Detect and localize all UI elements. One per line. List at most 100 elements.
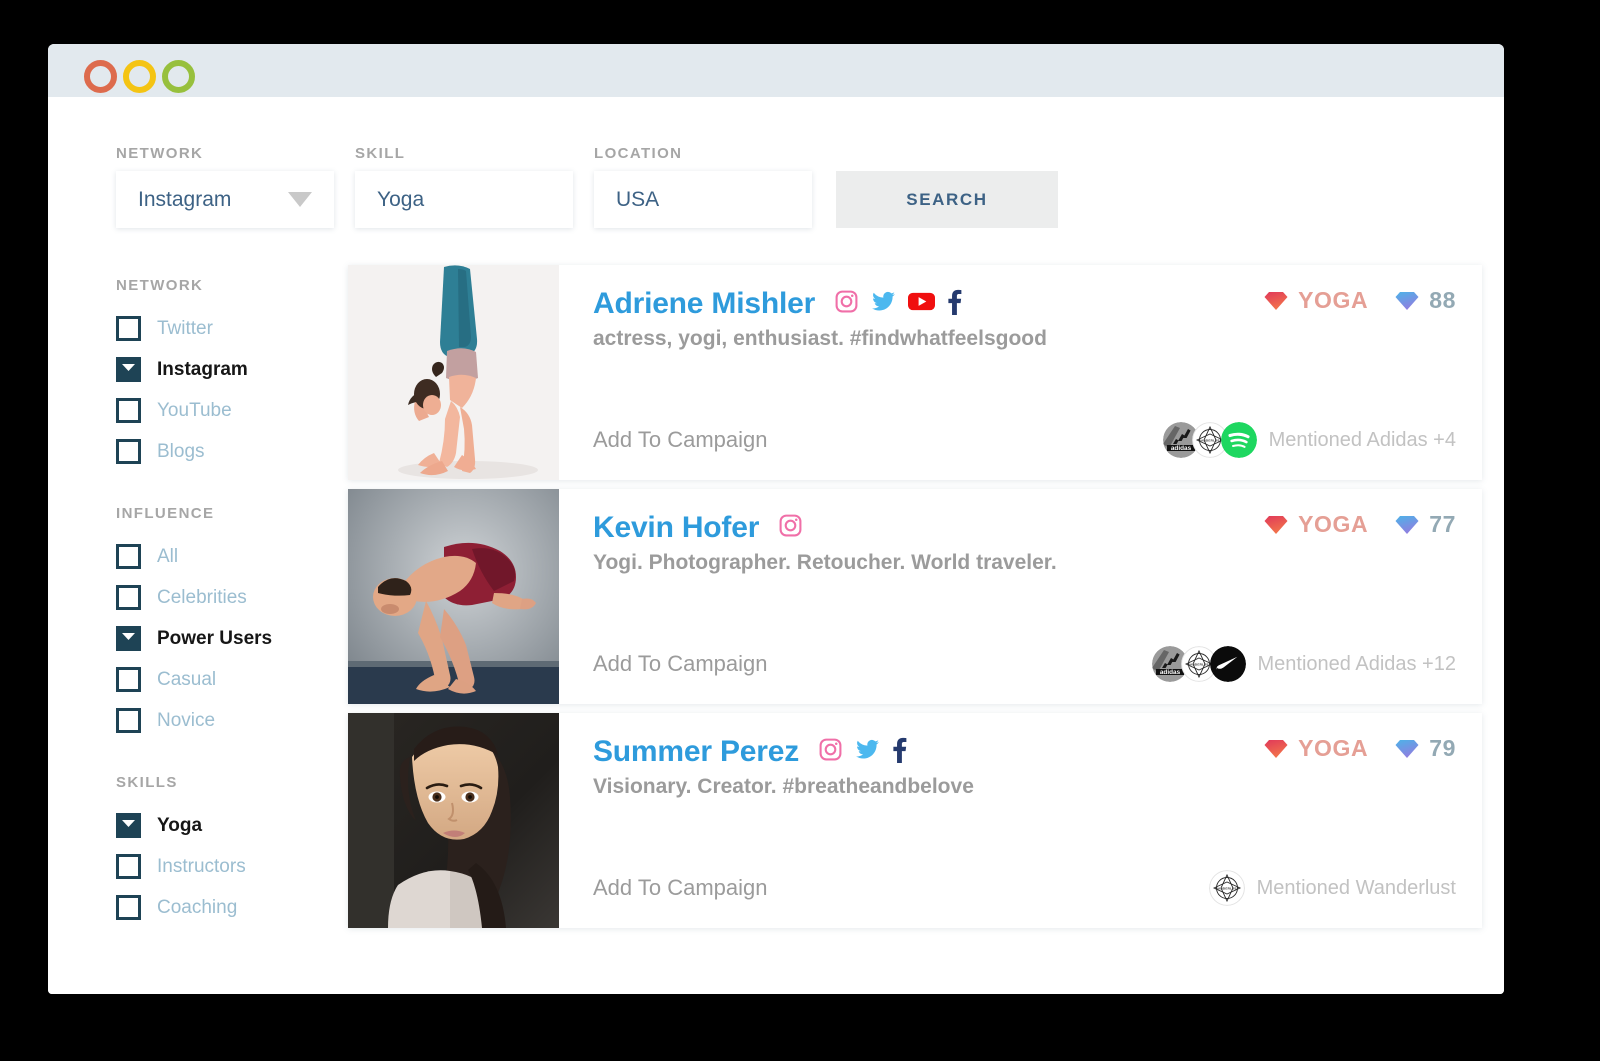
crow-pose-yoga-photo xyxy=(348,489,559,704)
mention-block: WANDERLUST Mentioned Wanderlust xyxy=(1208,870,1456,906)
card-badges: YOGA 88 xyxy=(1263,287,1456,314)
social-icons xyxy=(818,737,908,768)
skill-field-group: SKILL Yoga xyxy=(355,145,573,228)
facet-title: INFLUENCE xyxy=(116,505,215,522)
card-main: Summer Perez Visionary. Creator. #breath… xyxy=(559,713,1482,928)
facebook-icon[interactable] xyxy=(892,737,908,768)
filter-item-blogs[interactable]: Blogs xyxy=(116,431,331,472)
filter-item-label: Instructors xyxy=(157,855,246,877)
filter-item-casual[interactable]: Casual xyxy=(116,659,331,700)
skill-input[interactable]: Yoga xyxy=(355,171,573,228)
app-window: NETWORK Instagram SKILL Yoga LOCATION US… xyxy=(48,44,1504,994)
filter-item-label: Casual xyxy=(157,668,217,690)
filter-item-yoga[interactable]: Yoga xyxy=(116,805,331,846)
brand-logos: WANDERLUST xyxy=(1208,870,1245,906)
network-select[interactable]: Instagram xyxy=(116,171,334,228)
svg-text:adidas: adidas xyxy=(1159,669,1180,676)
skill-badge: YOGA xyxy=(1263,735,1368,762)
checkbox-icon[interactable] xyxy=(116,895,141,920)
nike-logo xyxy=(1209,646,1246,682)
checkbox-icon[interactable] xyxy=(116,585,141,610)
score-gem-icon xyxy=(1394,513,1420,537)
title-bar xyxy=(48,44,1504,97)
checkbox-icon[interactable] xyxy=(116,398,141,423)
mention-text: Mentioned Wanderlust xyxy=(1256,876,1456,899)
skill-badge: YOGA xyxy=(1263,287,1368,314)
filter-item-coaching[interactable]: Coaching xyxy=(116,887,331,928)
add-to-campaign-button[interactable]: Add To Campaign xyxy=(593,875,768,901)
filter-item-twitter[interactable]: Twitter xyxy=(116,308,331,349)
checkbox-icon[interactable] xyxy=(116,316,141,341)
filter-item-label: Coaching xyxy=(157,896,238,918)
network-field-group: NETWORK Instagram xyxy=(116,145,334,228)
card-badges: YOGA 79 xyxy=(1263,735,1456,762)
filter-item-label: Yoga xyxy=(157,814,203,836)
facet-title: NETWORK xyxy=(116,277,204,294)
search-bar: NETWORK Instagram SKILL Yoga LOCATION US… xyxy=(116,145,1058,228)
influencer-card[interactable]: Kevin Hofer Yogi. Photographer. Retouche… xyxy=(348,489,1482,704)
influencer-card[interactable]: Summer Perez Visionary. Creator. #breath… xyxy=(348,713,1482,928)
handstand-yoga-photo xyxy=(348,265,559,480)
brand-logos: adidas WANDERLUST xyxy=(1162,422,1257,458)
instagram-icon[interactable] xyxy=(778,513,803,543)
spotify-logo xyxy=(1220,422,1257,458)
instagram-icon[interactable] xyxy=(834,289,859,319)
chevron-down-icon xyxy=(288,192,312,207)
filter-sidebar: NETWORK Twitter Instagram YouTube Blogs INFLU… xyxy=(116,277,331,961)
twitter-icon[interactable] xyxy=(855,737,880,767)
filter-item-all[interactable]: All xyxy=(116,536,331,577)
score-gem-icon xyxy=(1394,289,1420,313)
svg-text:WANDERLUST: WANDERLUST xyxy=(1187,663,1211,667)
filter-item-celebrities[interactable]: Celebrities xyxy=(116,577,331,618)
brand-logos: adidas WANDERLUST xyxy=(1151,646,1246,682)
checkbox-icon[interactable] xyxy=(116,626,141,651)
filter-item-youtube[interactable]: YouTube xyxy=(116,390,331,431)
close-button[interactable] xyxy=(84,60,105,81)
location-field-group: LOCATION USA xyxy=(594,145,812,228)
influencer-name[interactable]: Adriene Mishler xyxy=(593,287,815,321)
filter-item-instagram[interactable]: Instagram xyxy=(116,349,331,390)
influencer-name[interactable]: Kevin Hofer xyxy=(593,511,759,545)
facebook-icon[interactable] xyxy=(947,289,963,320)
facet-group-influence: INFLUENCE All Celebrities Power Users Casual… xyxy=(116,505,331,741)
filter-item-instructors[interactable]: Instructors xyxy=(116,846,331,887)
skill-gem-icon xyxy=(1263,737,1289,761)
instagram-icon[interactable] xyxy=(818,737,843,767)
score-badge-value: 77 xyxy=(1429,511,1456,537)
mention-block: adidas WANDERLUST Mentioned Adidas +4 xyxy=(1162,422,1456,458)
checkbox-icon[interactable] xyxy=(116,813,141,838)
checkbox-icon[interactable] xyxy=(116,854,141,879)
checkbox-icon[interactable] xyxy=(116,708,141,733)
search-button[interactable]: SEARCH xyxy=(836,171,1058,228)
facet-group-network: NETWORK Twitter Instagram YouTube Blogs xyxy=(116,277,331,472)
youtube-icon[interactable] xyxy=(908,289,936,319)
network-select-value: Instagram xyxy=(138,187,232,211)
filter-item-label: Blogs xyxy=(157,440,205,462)
facet-title: SKILLS xyxy=(116,774,178,791)
results-list: Adriene Mishler actress, yogi, enthusias… xyxy=(348,265,1482,937)
add-to-campaign-button[interactable]: Add To Campaign xyxy=(593,651,768,677)
filter-item-novice[interactable]: Novice xyxy=(116,700,331,741)
location-input[interactable]: USA xyxy=(594,171,812,228)
checkbox-icon[interactable] xyxy=(116,357,141,382)
skill-label: SKILL xyxy=(355,145,406,162)
influencer-card[interactable]: Adriene Mishler actress, yogi, enthusias… xyxy=(348,265,1482,480)
checkbox-icon[interactable] xyxy=(116,439,141,464)
filter-item-label: Twitter xyxy=(157,317,213,339)
location-input-value: USA xyxy=(616,187,660,211)
influencer-name[interactable]: Summer Perez xyxy=(593,735,799,769)
wanderlust-logo: WANDERLUST xyxy=(1208,870,1245,906)
mention-text: Mentioned Adidas +12 xyxy=(1257,652,1457,675)
filter-item-power-users[interactable]: Power Users xyxy=(116,618,331,659)
location-label: LOCATION xyxy=(594,145,683,162)
checkbox-icon[interactable] xyxy=(116,667,141,692)
skill-badge-label: YOGA xyxy=(1298,287,1369,313)
minimize-button[interactable] xyxy=(123,60,144,81)
checkbox-icon[interactable] xyxy=(116,544,141,569)
maximize-button[interactable] xyxy=(162,60,183,81)
skill-badge: YOGA xyxy=(1263,511,1368,538)
add-to-campaign-button[interactable]: Add To Campaign xyxy=(593,427,768,453)
twitter-icon[interactable] xyxy=(871,289,896,319)
card-main: Adriene Mishler actress, yogi, enthusias… xyxy=(559,265,1482,480)
skill-badge-label: YOGA xyxy=(1298,511,1369,537)
